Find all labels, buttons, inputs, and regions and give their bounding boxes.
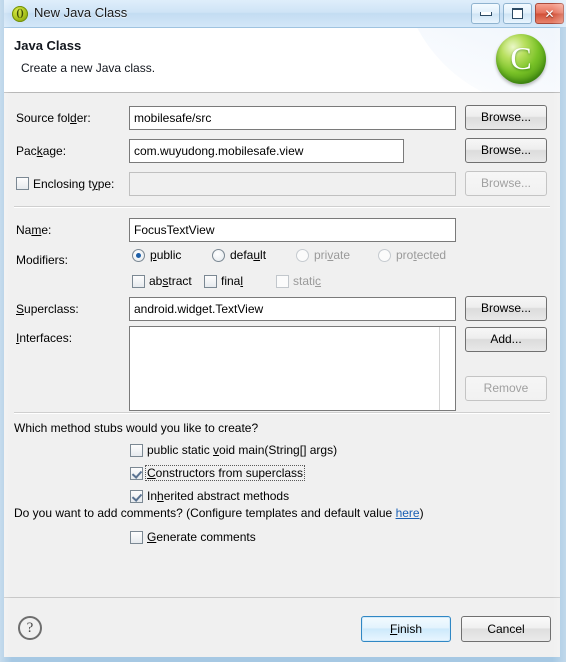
modifier-radio-protected [378,249,391,262]
package-label: Package: [16,144,67,158]
window-title: New Java Class [34,5,128,20]
comments-question-text: Do you want to add comments? (Configure … [14,506,396,520]
finish-button[interactable]: Finish [361,616,451,642]
class-name-input[interactable] [129,218,456,242]
modifier-checkbox-static [276,275,289,288]
modifier-label-private: private [314,248,351,262]
minimize-button[interactable] [471,3,500,24]
modifier-label-static: static [293,274,322,288]
modifier-label-public: public [150,248,182,262]
method-stubs-question: Which method stubs would you like to cre… [14,421,259,435]
modifier-checkbox-abstract[interactable] [132,275,145,288]
finish-button-label: inish [397,622,423,636]
modifier-radio-public[interactable] [132,249,145,262]
stub-label-main-method: public static void main(String[] args) [147,443,338,457]
divider-1 [14,206,550,208]
help-icon[interactable]: ? [18,616,42,640]
maximize-button[interactable] [503,3,532,24]
stub-checkbox-constructors[interactable] [130,467,143,480]
modifier-checkbox-final[interactable] [204,275,217,288]
comments-question: Do you want to add comments? (Configure … [14,501,424,525]
modifier-label-abstract: abstract [149,274,192,288]
enclosing-type-browse-button: Browse... [465,171,547,196]
superclass-input[interactable] [129,297,456,321]
interfaces-remove-button: Remove [465,376,547,401]
superclass-label: Superclass: [16,302,79,316]
modifier-label-default: default [230,248,267,262]
page-subtitle: Create a new Java class. [21,61,156,75]
maximize-icon [512,8,523,19]
close-button[interactable]: ✕ [535,3,564,24]
comments-question-suffix: ) [419,506,424,520]
interfaces-label: Interfaces: [16,331,73,345]
stub-checkbox-main-method[interactable] [130,444,143,457]
minimize-icon [479,11,492,16]
modifier-label-final: final [221,274,244,288]
modifiers-label: Modifiers: [16,253,69,267]
modifier-radio-private [296,249,309,262]
enclosing-type-checkbox[interactable] [16,177,29,190]
source-folder-browse-button[interactable]: Browse... [465,105,547,130]
class-name-label: Name: [16,223,52,237]
window-controls: ✕ [471,3,564,24]
dialog-footer: ? Finish Cancel [4,598,560,657]
superclass-browse-button[interactable]: Browse... [465,296,547,321]
interfaces-add-button[interactable]: Add... [465,327,547,352]
generate-comments-checkbox[interactable] [130,531,143,544]
enclosing-type-label: Enclosing type: [33,177,115,191]
source-folder-input[interactable] [129,106,456,130]
close-icon: ✕ [544,6,555,21]
stub-label-constructors: Constructors from superclass [145,465,306,481]
configure-templates-link[interactable]: here [396,506,420,520]
java-project-icon: () [12,6,28,22]
page-title: Java Class [14,38,82,53]
package-input[interactable] [129,139,404,163]
divider-2 [14,412,550,414]
new-java-class-dialog: () New Java Class ✕ Java Class Create a … [0,0,566,662]
interfaces-list-scrollbar[interactable] [439,327,455,410]
title-bar: () New Java Class ✕ [4,0,566,28]
cancel-button[interactable]: Cancel [461,616,551,642]
dialog-header: Java Class Create a new Java class. C [4,28,560,93]
generate-comments-label: Generate comments [147,530,256,544]
dialog-body: Source folder: Browse... Package: Browse… [4,94,560,597]
enclosing-type-input [129,172,456,196]
java-class-green-c-icon: C [496,34,546,84]
package-browse-button[interactable]: Browse... [465,138,547,163]
modifier-label-protected: protected [396,248,447,262]
source-folder-label: Source folder: [16,111,91,125]
modifier-radio-default[interactable] [212,249,225,262]
interfaces-list[interactable] [129,326,456,411]
